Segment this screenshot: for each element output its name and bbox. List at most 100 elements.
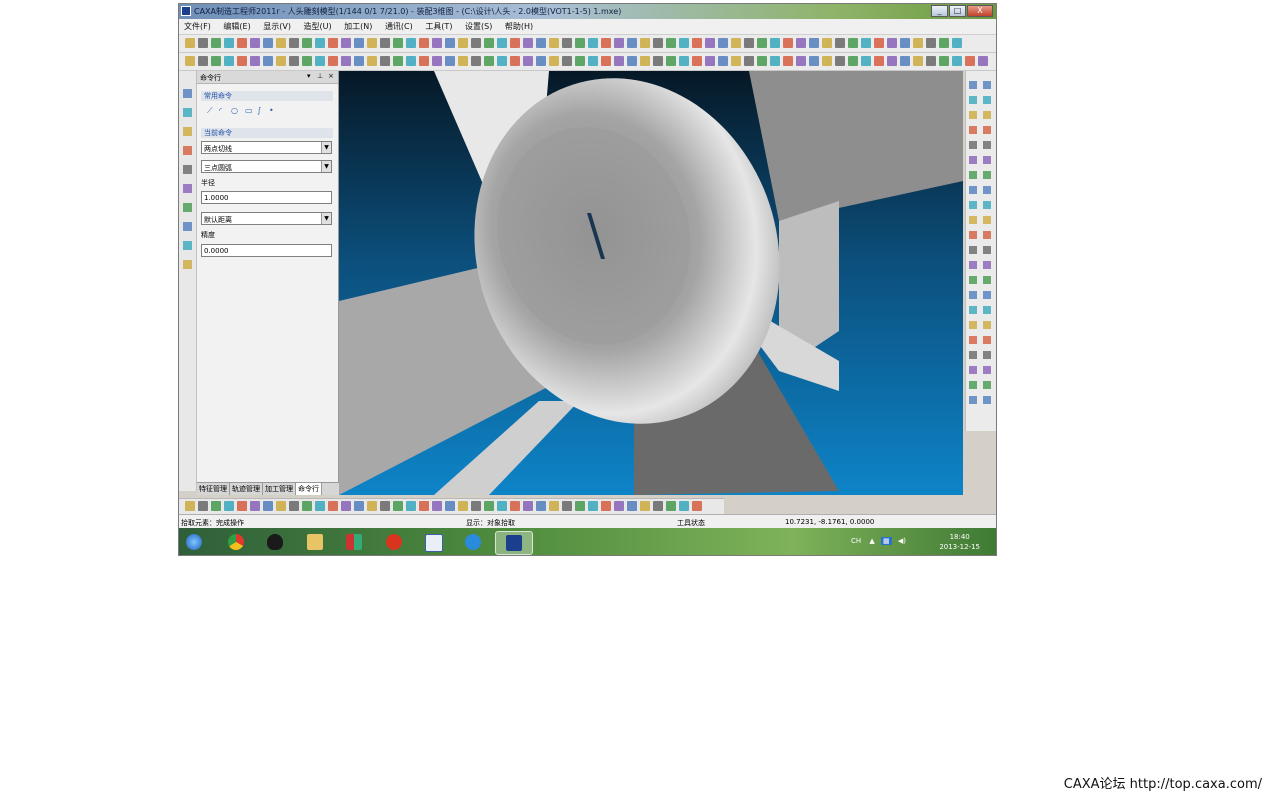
feature-tool-icon[interactable] xyxy=(627,56,637,66)
standard-tool-icon[interactable] xyxy=(432,38,442,48)
standard-tool-icon[interactable] xyxy=(315,38,325,48)
feature-tool-icon[interactable] xyxy=(705,56,715,66)
standard-tool-icon[interactable] xyxy=(887,38,897,48)
taskbar-clock[interactable]: 18:40 2013-12-15 xyxy=(939,532,980,552)
right-tool-icon[interactable] xyxy=(983,186,991,194)
3d-viewport[interactable] xyxy=(339,71,963,495)
standard-tool-icon[interactable] xyxy=(653,38,663,48)
standard-tool-icon[interactable] xyxy=(835,38,845,48)
bottom-tool-icon[interactable] xyxy=(224,501,234,511)
standard-tool-icon[interactable] xyxy=(822,38,832,48)
feature-tool-icon[interactable] xyxy=(757,56,767,66)
network-icon[interactable]: ▦ xyxy=(881,537,892,545)
standard-tool-icon[interactable] xyxy=(692,38,702,48)
standard-tool-icon[interactable] xyxy=(562,38,572,48)
bottom-tool-icon[interactable] xyxy=(276,501,286,511)
bottom-tool-icon[interactable] xyxy=(653,501,663,511)
left-tool-icon[interactable] xyxy=(183,241,192,250)
feature-tool-icon[interactable] xyxy=(432,56,442,66)
left-tool-icon[interactable] xyxy=(183,222,192,231)
right-tool-icon[interactable] xyxy=(983,81,991,89)
bottom-tool-icon[interactable] xyxy=(614,501,624,511)
right-tool-icon[interactable] xyxy=(983,231,991,239)
standard-tool-icon[interactable] xyxy=(341,38,351,48)
standard-tool-icon[interactable] xyxy=(796,38,806,48)
feature-tool-icon[interactable] xyxy=(835,56,845,66)
standard-tool-icon[interactable] xyxy=(536,38,546,48)
feature-tool-icon[interactable] xyxy=(718,56,728,66)
left-tool-icon[interactable] xyxy=(183,184,192,193)
feature-tool-icon[interactable] xyxy=(809,56,819,66)
menu-communication[interactable]: 通讯(C) xyxy=(380,19,418,32)
bottom-tool-icon[interactable] xyxy=(692,501,702,511)
bottom-tool-icon[interactable] xyxy=(666,501,676,511)
input-method-indicator[interactable]: CH xyxy=(851,537,861,545)
bottom-tool-icon[interactable] xyxy=(354,501,364,511)
standard-tool-icon[interactable] xyxy=(393,38,403,48)
right-tool-icon[interactable] xyxy=(983,276,991,284)
bottom-tool-icon[interactable] xyxy=(432,501,442,511)
standard-tool-icon[interactable] xyxy=(237,38,247,48)
bottom-tool-icon[interactable] xyxy=(302,501,312,511)
bottom-tool-icon[interactable] xyxy=(471,501,481,511)
right-tool-icon[interactable] xyxy=(969,141,977,149)
tray-arrow-icon[interactable]: ▲ xyxy=(869,537,874,545)
feature-tool-icon[interactable] xyxy=(263,56,273,66)
standard-tool-icon[interactable] xyxy=(263,38,273,48)
right-tool-icon[interactable] xyxy=(969,276,977,284)
standard-tool-icon[interactable] xyxy=(367,38,377,48)
point-icon[interactable]: • xyxy=(269,106,274,115)
right-tool-icon[interactable] xyxy=(983,366,991,374)
standard-tool-icon[interactable] xyxy=(926,38,936,48)
feature-tool-icon[interactable] xyxy=(731,56,741,66)
feature-tool-icon[interactable] xyxy=(562,56,572,66)
feature-tool-icon[interactable] xyxy=(185,56,195,66)
taskbar-caxa-active[interactable] xyxy=(495,531,533,555)
right-tool-icon[interactable] xyxy=(969,291,977,299)
feature-tool-icon[interactable] xyxy=(744,56,754,66)
bottom-tool-icon[interactable] xyxy=(380,501,390,511)
bottom-tool-icon[interactable] xyxy=(627,501,637,511)
menu-tools[interactable]: 工具(T) xyxy=(420,19,457,32)
right-tool-icon[interactable] xyxy=(969,306,977,314)
standard-tool-icon[interactable] xyxy=(484,38,494,48)
precision-input[interactable]: 0.0000 xyxy=(201,244,332,257)
feature-tool-icon[interactable] xyxy=(887,56,897,66)
standard-tool-icon[interactable] xyxy=(458,38,468,48)
standard-tool-icon[interactable] xyxy=(900,38,910,48)
right-tool-icon[interactable] xyxy=(969,186,977,194)
feature-tool-icon[interactable] xyxy=(679,56,689,66)
standard-tool-icon[interactable] xyxy=(185,38,195,48)
feature-tool-icon[interactable] xyxy=(237,56,247,66)
feature-tool-icon[interactable] xyxy=(952,56,962,66)
standard-tool-icon[interactable] xyxy=(224,38,234,48)
standard-tool-icon[interactable] xyxy=(211,38,221,48)
standard-tool-icon[interactable] xyxy=(523,38,533,48)
bottom-tool-icon[interactable] xyxy=(393,501,403,511)
left-tool-icon[interactable] xyxy=(183,89,192,98)
feature-tool-icon[interactable] xyxy=(419,56,429,66)
right-tool-icon[interactable] xyxy=(983,246,991,254)
standard-tool-icon[interactable] xyxy=(757,38,767,48)
left-tool-icon[interactable] xyxy=(183,127,192,136)
menu-modeling[interactable]: 造型(U) xyxy=(299,19,337,32)
minimize-button[interactable]: _ xyxy=(931,5,948,17)
feature-tool-icon[interactable] xyxy=(224,56,234,66)
feature-tool-icon[interactable] xyxy=(549,56,559,66)
standard-tool-icon[interactable] xyxy=(744,38,754,48)
bottom-tool-icon[interactable] xyxy=(679,501,689,511)
panel-pin-icon[interactable]: ⊥ xyxy=(317,72,323,80)
feature-tool-icon[interactable] xyxy=(692,56,702,66)
right-tool-icon[interactable] xyxy=(983,336,991,344)
standard-tool-icon[interactable] xyxy=(952,38,962,48)
right-tool-icon[interactable] xyxy=(983,201,991,209)
feature-tool-icon[interactable] xyxy=(939,56,949,66)
feature-tool-icon[interactable] xyxy=(198,56,208,66)
right-tool-icon[interactable] xyxy=(983,171,991,179)
right-tool-icon[interactable] xyxy=(983,306,991,314)
right-tool-icon[interactable] xyxy=(983,396,991,404)
feature-tool-icon[interactable] xyxy=(393,56,403,66)
feature-tool-icon[interactable] xyxy=(913,56,923,66)
chevron-down-icon[interactable]: ▼ xyxy=(321,161,331,172)
right-tool-icon[interactable] xyxy=(969,111,977,119)
